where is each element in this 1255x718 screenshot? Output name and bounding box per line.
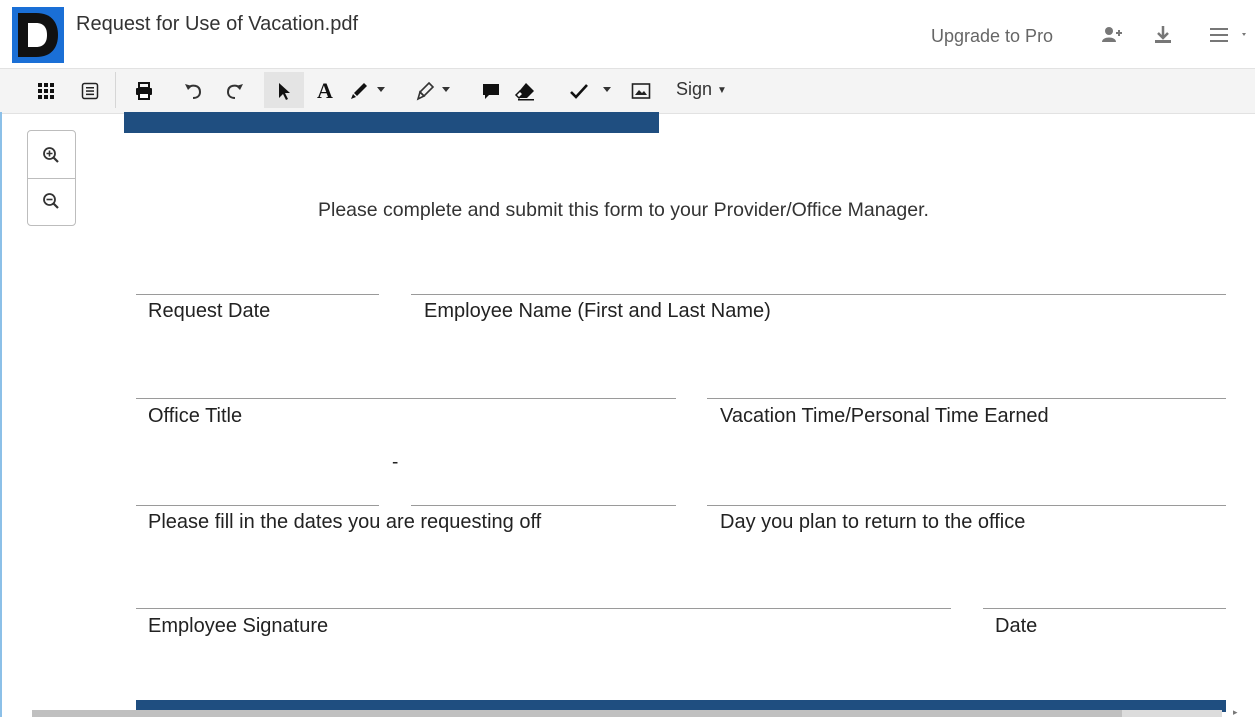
form-instructions: Please complete and submit this form to …	[318, 199, 929, 221]
select-arrow-icon[interactable]	[270, 79, 298, 103]
dates-off-end-line[interactable]	[411, 505, 676, 506]
redo-icon[interactable]	[222, 79, 248, 103]
dates-off-label: Please fill in the dates you are request…	[148, 511, 542, 533]
undo-icon[interactable]	[180, 79, 206, 103]
upgrade-to-pro-link[interactable]: Upgrade to Pro	[931, 26, 1053, 47]
eraser-icon[interactable]	[512, 79, 538, 103]
outline-list-icon[interactable]	[78, 79, 102, 103]
employee-name-line[interactable]	[411, 294, 1226, 295]
sign-label: Sign	[676, 79, 713, 99]
thumbnails-grid-icon[interactable]	[34, 79, 58, 103]
employee-signature-line[interactable]	[136, 608, 951, 609]
employee-name-label: Employee Name (First and Last Name)	[424, 300, 771, 322]
add-user-icon[interactable]	[1100, 24, 1124, 46]
comment-icon[interactable]	[478, 79, 504, 103]
sign-dropdown-icon: ▼	[717, 84, 727, 96]
vacation-time-label: Vacation Time/Personal Time Earned	[720, 405, 1049, 427]
signature-date-label: Date	[995, 615, 1038, 637]
checkmark-dropdown-icon[interactable]	[603, 80, 611, 92]
return-day-label: Day you plan to return to the office	[720, 511, 1026, 533]
text-tool-icon[interactable]: A	[312, 78, 338, 103]
office-title-line[interactable]	[136, 398, 676, 399]
zoom-out-icon[interactable]	[38, 188, 64, 214]
toolbar-separator	[115, 72, 116, 108]
highlighter-dropdown-icon[interactable]	[442, 80, 450, 92]
vacation-time-line[interactable]	[707, 398, 1226, 399]
scroll-right-arrow-icon[interactable]: ▸	[1233, 707, 1245, 717]
request-date-line[interactable]	[136, 294, 379, 295]
download-icon[interactable]	[1152, 24, 1176, 46]
employee-signature-label: Employee Signature	[148, 615, 329, 637]
request-date-label: Request Date	[148, 300, 271, 322]
return-day-line[interactable]	[707, 505, 1226, 506]
signature-date-line[interactable]	[983, 608, 1226, 609]
pen-icon[interactable]	[346, 79, 372, 103]
horizontal-scrollbar-thumb[interactable]	[32, 710, 1122, 717]
checkmark-icon[interactable]	[566, 79, 592, 103]
zoom-in-icon[interactable]	[38, 142, 64, 168]
logo-icon[interactable]	[12, 7, 64, 63]
image-icon[interactable]	[628, 79, 654, 103]
sign-menu-button[interactable]: Sign ▼	[676, 79, 727, 100]
hamburger-menu-icon[interactable]	[1208, 24, 1246, 46]
zoom-divider	[27, 178, 76, 179]
office-title-label: Office Title	[148, 405, 243, 427]
document-header-band	[124, 112, 659, 133]
date-range-dash: -	[392, 452, 399, 473]
viewer-left-edge	[0, 112, 2, 717]
dates-off-start-line[interactable]	[136, 505, 379, 506]
highlighter-icon[interactable]	[412, 79, 438, 103]
pen-dropdown-icon[interactable]	[377, 80, 385, 92]
document-title: Request for Use of Vacation.pdf	[76, 13, 359, 35]
print-icon[interactable]	[131, 79, 157, 103]
